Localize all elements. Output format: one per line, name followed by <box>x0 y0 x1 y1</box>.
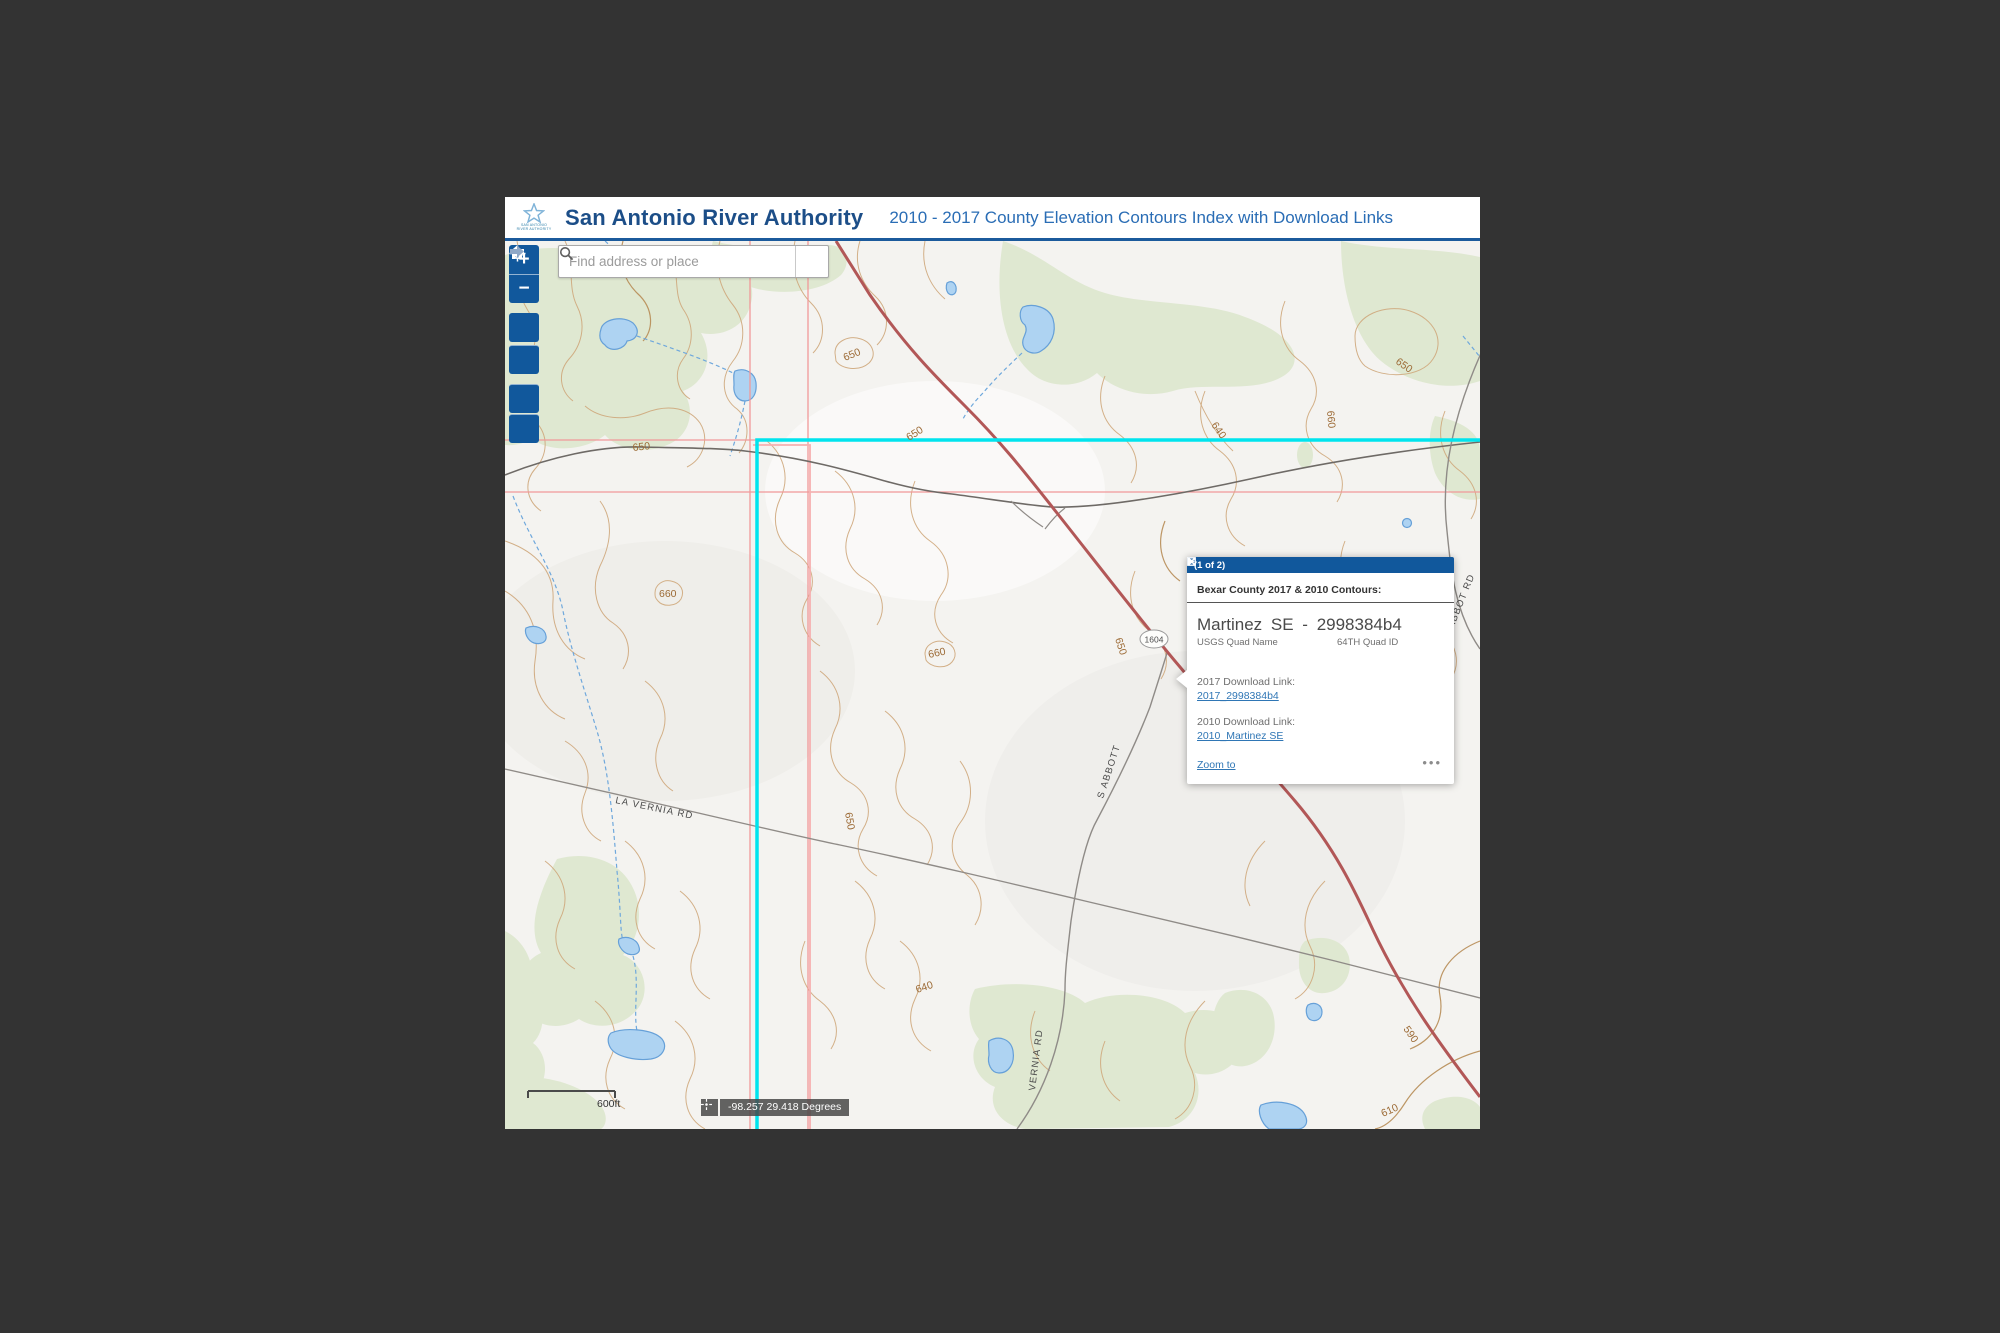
search-icon <box>559 246 574 261</box>
download-2010-link[interactable]: 2010_Martinez SE <box>1197 730 1283 742</box>
search-box <box>558 245 829 278</box>
popup-title-bar: (1 of 2) <box>1187 557 1454 573</box>
coordinates-readout: -98.257 29.418 Degrees <box>720 1099 849 1116</box>
app-header: SAN ANTONIO RIVER AUTHORITY San Antonio … <box>505 197 1480 241</box>
crosshair-icon <box>701 1099 712 1110</box>
popup-divider <box>1187 602 1454 603</box>
contour-label: 650 <box>632 440 651 454</box>
arrow-right-icon <box>509 245 525 258</box>
close-icon <box>1187 557 1196 566</box>
download-2017-link[interactable]: 2017_2998384b4 <box>1197 690 1279 702</box>
svg-text:1604: 1604 <box>1145 635 1164 645</box>
zoom-out-button[interactable]: − <box>509 274 539 303</box>
contour-label: 660 <box>659 588 677 600</box>
search-button[interactable] <box>795 246 828 277</box>
popup-pager: (1 of 2) <box>1194 560 1414 571</box>
quad-id-label: 64TH Quad ID <box>1337 637 1398 648</box>
page-subtitle: 2010 - 2017 County Elevation Contours In… <box>889 208 1393 228</box>
map-canvas[interactable]: 650 650 650 640 650 660 660 660 650 640 … <box>505 241 1480 1129</box>
logo-caption: RIVER AUTHORITY <box>517 228 552 232</box>
feature-title: Martinez SE - 2998384b4 <box>1197 615 1402 635</box>
scale-label: 600ft <box>597 1098 620 1110</box>
home-button[interactable] <box>509 313 539 342</box>
star-icon: SAN ANTONIO RIVER AUTHORITY <box>517 203 551 232</box>
previous-extent-button[interactable] <box>509 384 539 413</box>
popup-anchor-tail <box>1176 670 1187 688</box>
zoom-to-link[interactable]: Zoom to <box>1197 759 1236 771</box>
download-2010-label: 2010 Download Link: <box>1197 716 1295 728</box>
locate-button[interactable] <box>509 345 539 374</box>
route-shield-1604: 1604 <box>1140 630 1168 648</box>
feature-popup: (1 of 2) Bexar County 2017 & 2 <box>1187 557 1454 784</box>
quad-name-label: USGS Quad Name <box>1197 637 1278 648</box>
search-input[interactable] <box>559 246 795 277</box>
page-title: San Antonio River Authority <box>565 205 863 231</box>
coordinate-capture-button[interactable] <box>701 1099 718 1116</box>
download-2017-label: 2017 Download Link: <box>1197 676 1295 688</box>
popup-body: Bexar County 2017 & 2010 Contours: Marti… <box>1187 573 1454 784</box>
more-options-button[interactable]: ••• <box>1422 755 1442 770</box>
next-extent-button[interactable] <box>509 414 539 443</box>
contour-label: 660 <box>1324 410 1337 429</box>
app-window: SAN ANTONIO RIVER AUTHORITY San Antonio … <box>505 197 1480 1129</box>
map-toolbar: + − <box>509 245 539 443</box>
popup-header: Bexar County 2017 & 2010 Contours: <box>1197 584 1381 596</box>
